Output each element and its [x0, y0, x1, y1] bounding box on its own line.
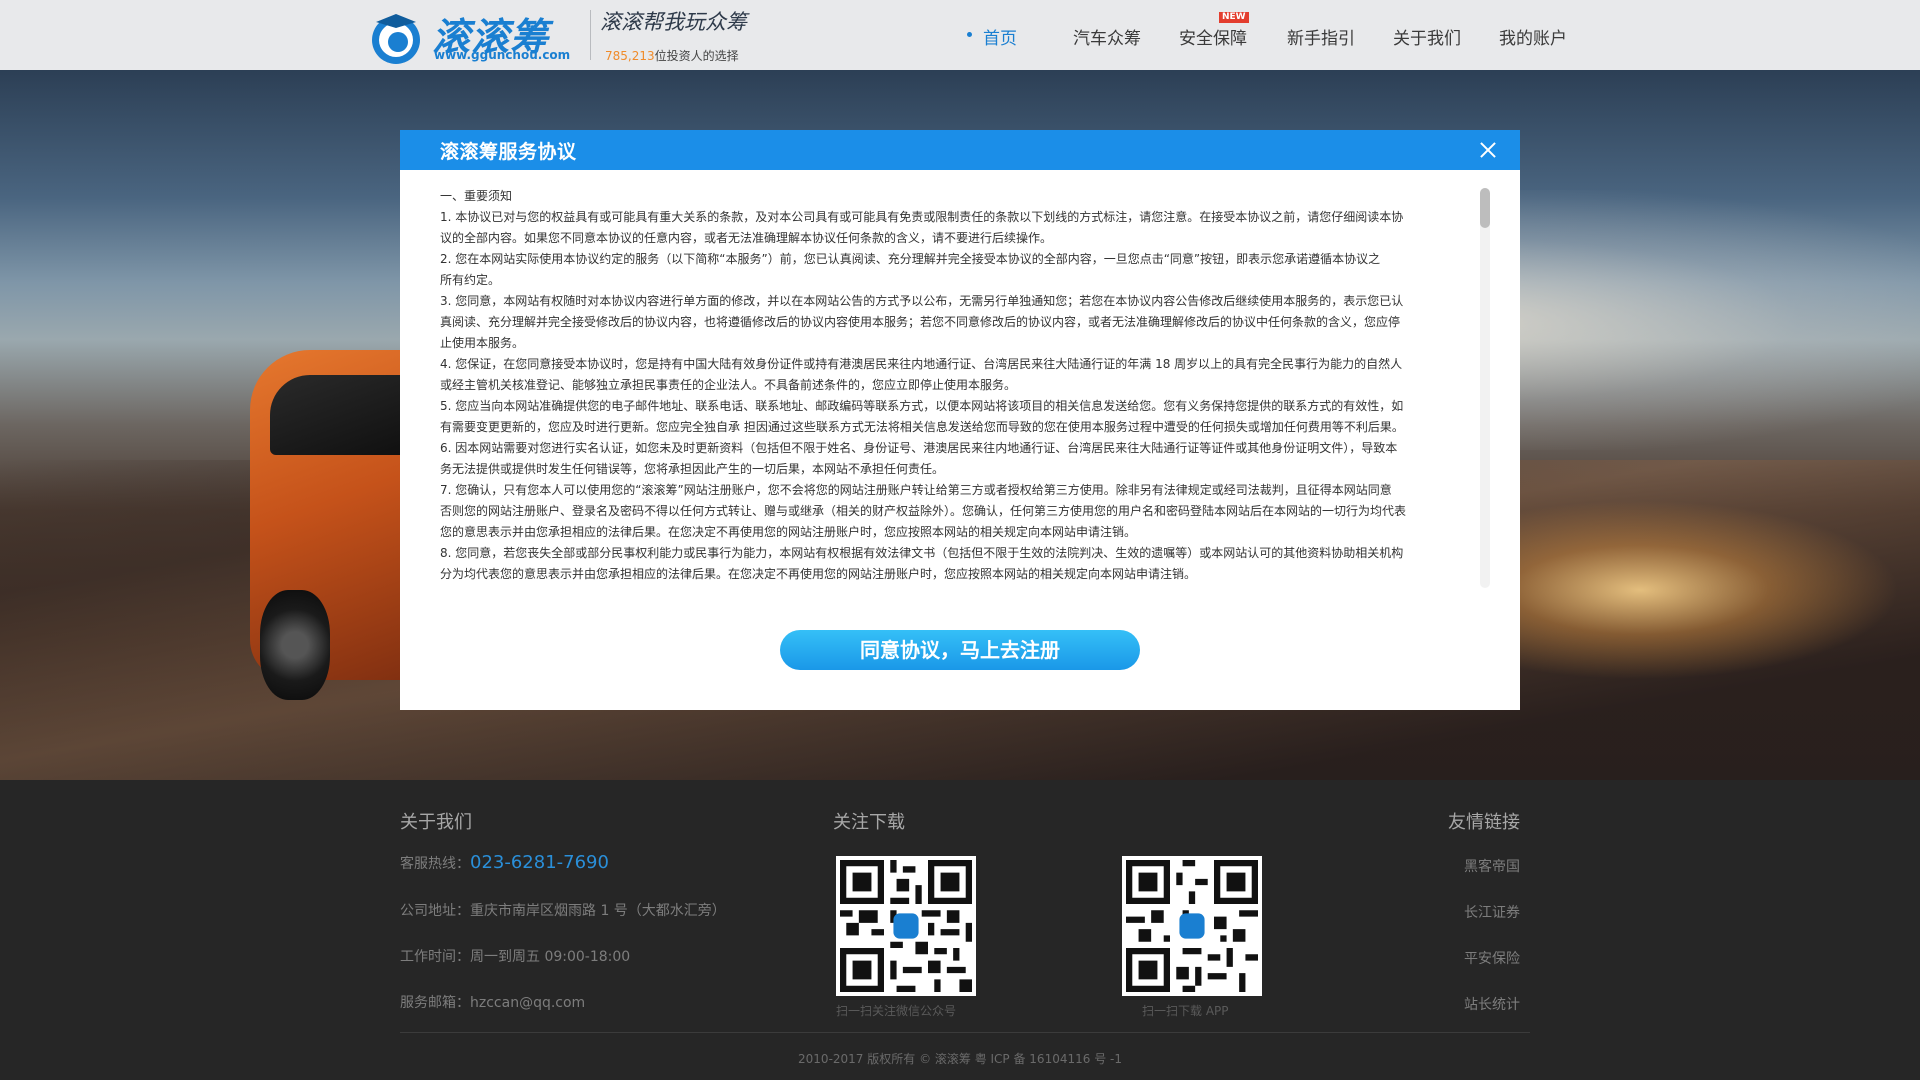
agreement-line: 务无法提供或提供时发生任何错误等，您将承担因此产生的一切后果，本网站不承担任何责…	[440, 462, 945, 476]
logo-url: www.ggunchou.com	[434, 48, 571, 62]
app-qr-caption: 扫一扫下载 APP	[1142, 1004, 1229, 1018]
app-qr-code	[1122, 856, 1262, 996]
agreement-line: 6. 因本网站需要对您进行实名认证，如您未及时更新资料（包括但不限于姓名、身份证…	[440, 441, 1398, 455]
agreement-line: 真阅读、充分理解并完全接受修改后的协议内容，也将遵循修改后的协议内容使用本服务；…	[440, 315, 1401, 329]
nav-beginner-guide[interactable]: 新手指引	[1287, 24, 1355, 49]
agreement-line: 分为均代表您的意思表示并由您承担相应的法律后果。在您决定不再使用您的网站注册账户…	[440, 567, 1197, 581]
agreement-line: 3. 您同意，本网站有权随时对本协议内容进行单方面的修改，并以在本网站公告的方式…	[440, 294, 1404, 308]
agreement-section-title: 一、重要须知	[440, 189, 513, 203]
agreement-line: 或经主管机关核准登记、能够独立承担民事责任的企业法人。不具备前述条件的，您应立即…	[440, 378, 1017, 392]
agree-register-button[interactable]: 同意协议，马上去注册	[780, 630, 1140, 670]
agreement-modal: 滚滚筹服务协议 一、重要须知 1. 本协议已对与您的权益具有或可能具有重大关系的…	[400, 130, 1520, 710]
car-wheel	[260, 590, 330, 700]
qr-code-icon	[1126, 860, 1258, 992]
agreement-text[interactable]: 一、重要须知 1. 本协议已对与您的权益具有或可能具有重大关系的条款，及对本公司…	[440, 186, 1490, 586]
agreement-scrollbar[interactable]	[1480, 188, 1490, 588]
agreement-line: 4. 您保证，在您同意接受本协议时，您是持有中国大陆有效身份证件或持有港澳居民来…	[440, 357, 1403, 371]
nav-security[interactable]: NEW 安全保障	[1179, 12, 1249, 49]
company-address: 公司地址：重庆市南岸区烟雨路 1 号（大都水汇旁）	[400, 903, 726, 919]
investor-count: 785,213	[605, 49, 655, 63]
site-header: 滚滚筹 www.ggunchou.com 滚滚帮我玩众筹 785,213位投资人…	[0, 0, 1920, 70]
hotline-number[interactable]: 023-6281-7690	[470, 852, 609, 873]
nav-security-label: 安全保障	[1179, 29, 1247, 49]
modal-header: 滚滚筹服务协议	[400, 130, 1520, 170]
agreement-line: 7. 您确认，只有您本人可以使用您的“滚滚筹”网站注册账户，您不会将您的网站注册…	[440, 483, 1392, 497]
footer-about-title: 关于我们	[400, 812, 472, 833]
logo-mascot-icon	[372, 14, 420, 64]
agreement-line: 有需要变更更新的，您应及时进行更新。您应完全独自承 担因通过这些联系方式无法将相…	[440, 420, 1404, 434]
nav-home-label: 首页	[983, 29, 1017, 49]
wechat-qr-code	[836, 856, 976, 996]
agreement-line: 8. 您同意，若您丧失全部或部分民事权利能力或民事行为能力，本网站有权根据有效法…	[440, 546, 1404, 560]
hotline-label: 客服热线：	[400, 856, 470, 872]
nav-home[interactable]: 首页	[967, 24, 1017, 49]
footer-divider	[400, 1032, 1530, 1033]
investor-count-line: 785,213位投资人的选择	[605, 47, 739, 64]
logo-divider	[590, 10, 591, 60]
new-badge: NEW	[1219, 12, 1249, 23]
friend-link[interactable]: 平安保险	[1464, 948, 1520, 968]
site-footer: 关于我们 客服热线：023-6281-7690 公司地址：重庆市南岸区烟雨路 1…	[0, 780, 1920, 1080]
hotline-line: 客服热线：023-6281-7690	[400, 852, 609, 873]
car-window	[270, 375, 420, 455]
active-dot-icon	[967, 32, 972, 37]
agreement-line: 1. 本协议已对与您的权益具有或可能具有重大关系的条款，及对本公司具有或可能具有…	[440, 210, 1404, 224]
agreement-line: 止使用本服务。	[440, 336, 525, 350]
nav-about-us-label: 关于我们	[1393, 29, 1461, 49]
footer-download-title: 关注下载	[833, 812, 905, 833]
wechat-qr-caption: 扫一扫关注微信公众号	[836, 1004, 957, 1018]
copyright: 2010-2017 版权所有 © 滚滚筹 粤 ICP 备 16104116 号 …	[798, 1052, 1122, 1066]
scrollbar-thumb[interactable]	[1480, 188, 1490, 228]
working-hours: 工作时间：周一到周五 09:00-18:00	[400, 949, 631, 965]
agreement-line: 2. 您在本网站实际使用本协议约定的服务（以下简称“本服务”）前，您已认真阅读、…	[440, 252, 1381, 266]
nav-my-account[interactable]: 我的账户	[1499, 24, 1567, 49]
nav-car-crowdfunding-label: 汽车众筹	[1073, 29, 1141, 49]
friend-link[interactable]: 站长统计	[1464, 994, 1520, 1014]
friend-link[interactable]: 黑客帝国	[1464, 856, 1520, 876]
agreement-line: 所有约定。	[440, 273, 501, 287]
agreement-line: 否则您的网站注册账户、登录名及密码不得以任何方式转让、赠与或继承（相关的财产权益…	[440, 504, 1407, 518]
service-email: 服务邮箱：hzccan@qq.com	[400, 995, 586, 1011]
close-icon[interactable]	[1476, 138, 1500, 162]
footer-links-title: 友情链接	[1448, 812, 1520, 833]
nav-my-account-label: 我的账户	[1499, 29, 1567, 49]
nav-beginner-guide-label: 新手指引	[1287, 29, 1355, 49]
modal-title: 滚滚筹服务协议	[440, 141, 577, 163]
agreement-line: 5. 您应当向本网站准确提供您的电子邮件地址、联系电话、联系地址、邮政编码等联系…	[440, 399, 1404, 413]
investor-count-suffix: 位投资人的选择	[654, 49, 739, 63]
site-logo[interactable]: 滚滚筹 www.ggunchou.com	[368, 4, 571, 66]
agreement-line: 您的意思表示并由您承担相应的法律后果。在您决定不再使用您的网站注册账户时，您应按…	[440, 525, 1137, 539]
nav-car-crowdfunding[interactable]: 汽车众筹	[1073, 24, 1141, 49]
friend-link[interactable]: 长江证券	[1464, 902, 1520, 922]
qr-code-icon	[840, 860, 972, 992]
agreement-line: 议的全部内容。如果您不同意本协议的任意内容，或者无法准确理解本协议任何条款的含义…	[440, 231, 1053, 245]
nav-about-us[interactable]: 关于我们	[1393, 24, 1461, 49]
slogan: 滚滚帮我玩众筹	[600, 10, 747, 34]
